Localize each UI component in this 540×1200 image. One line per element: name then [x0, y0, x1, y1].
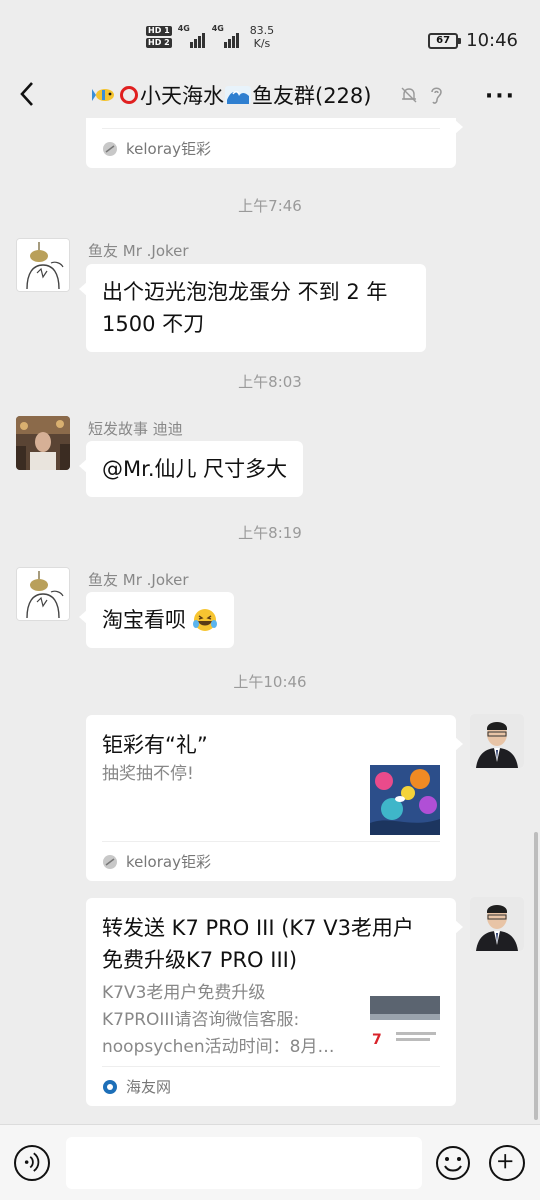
timestamp: 上午7:46 — [238, 197, 302, 215]
card-title: 钜彩有“礼” — [102, 733, 208, 757]
source-logo-icon — [103, 1079, 117, 1094]
signal-icon: 4G — [178, 24, 206, 48]
wave-emoji-icon — [225, 86, 251, 104]
scrollbar[interactable] — [534, 832, 538, 1120]
timestamp: 上午8:19 — [238, 524, 302, 542]
photo-avatar-icon — [470, 714, 524, 768]
sender-name: 短发故事 迪迪 — [88, 420, 183, 438]
avatar[interactable] — [16, 567, 70, 621]
svg-text:7: 7 — [372, 1032, 382, 1048]
earpiece-mode-icon — [431, 87, 442, 104]
voice-icon — [24, 1152, 40, 1172]
avatar[interactable] — [16, 238, 70, 292]
sim1-badge: HD 1 — [146, 26, 172, 36]
red-circle-icon — [120, 86, 138, 104]
voice-input-button[interactable] — [14, 1145, 50, 1181]
photo-avatar-icon — [470, 897, 524, 951]
hd-badges: HD 1 HD 2 — [146, 26, 172, 48]
sender-name: 鱼友 Mr .Joker — [88, 571, 189, 589]
fish-emoji-icon — [92, 89, 114, 101]
laughing-tears-emoji-icon — [193, 609, 217, 631]
message-bubble[interactable]: 淘宝看呗 — [79, 592, 234, 648]
chat-title: 小天海水 鱼友群(228) — [92, 80, 371, 110]
input-bar — [0, 1124, 540, 1200]
my-avatar[interactable] — [470, 897, 524, 951]
message-input[interactable] — [66, 1137, 422, 1189]
avatar[interactable] — [16, 416, 70, 470]
message-line: 淘宝看呗 — [102, 608, 186, 632]
sim2-badge: HD 2 — [146, 38, 172, 48]
plus-icon — [498, 1154, 513, 1169]
card-thumbnail — [370, 765, 440, 835]
reef-image-icon — [370, 765, 440, 835]
chat-title-part1: 小天海水 — [140, 84, 224, 108]
chat-header: 小天海水 鱼友群(228) ··· — [0, 72, 540, 118]
source-logo-icon — [103, 141, 117, 156]
card-source: keloray钜彩 — [102, 841, 440, 881]
speed-value: 83.5 — [249, 24, 275, 37]
card-source: keloray钜彩 — [102, 128, 440, 168]
card-source: 海友网 — [102, 1066, 440, 1106]
card-source-label: 海友网 — [126, 1078, 172, 1096]
back-arrow-icon[interactable] — [16, 80, 40, 108]
network-speed: 83.5 K/s — [250, 24, 275, 50]
timestamp: 上午10:46 — [233, 673, 307, 691]
link-card[interactable]: 转发送 K7 PRO III (K7 V3老用户 免费升级K7 PRO III)… — [86, 898, 463, 1106]
source-logo-icon — [103, 854, 117, 869]
message-bubble[interactable]: @Mr.仙儿 尺寸多大 — [78, 441, 304, 497]
network-indicators: HD 1 HD 2 4G 4G 83.5 K/s — [146, 24, 274, 50]
more-functions-button[interactable] — [489, 1145, 525, 1181]
card-title: 转发送 K7 PRO III (K7 V3老用户 — [102, 916, 414, 940]
cartoon-avatar-icon — [17, 239, 69, 291]
status-right: 67 10:46 — [428, 30, 518, 51]
card-thumbnail: 7 — [370, 986, 440, 1056]
speed-unit: K/s — [253, 37, 271, 50]
my-avatar[interactable] — [470, 714, 524, 768]
photo-avatar-icon — [16, 416, 70, 470]
timestamp: 上午8:03 — [238, 373, 302, 391]
emoji-button-icon[interactable] — [435, 1145, 471, 1181]
battery-icon: 67 — [428, 32, 462, 49]
message-line: 1500 不刀 — [102, 312, 205, 336]
mute-bell-icon — [401, 87, 417, 103]
card-source-label: keloray钜彩 — [126, 853, 211, 871]
product-image-icon: 7 — [370, 986, 440, 1056]
signal-icon-2: 4G — [212, 24, 240, 48]
message-line: @Mr.仙儿 尺寸多大 — [102, 457, 288, 481]
message-line: 出个迈光泡泡龙蛋分 不到 2 年 — [102, 280, 388, 304]
more-options-button[interactable]: ··· — [485, 84, 516, 109]
chat-message-list[interactable]: keloray钜彩 上午7:46 鱼友 Mr .Joker 出个迈光泡泡龙蛋分 … — [0, 118, 540, 1124]
message-bubble[interactable]: 出个迈光泡泡龙蛋分 不到 2 年 1500 不刀 — [79, 264, 426, 352]
clock: 10:46 — [466, 30, 518, 51]
link-card[interactable]: 钜彩有“礼” 抽奖抽不停! keloray钜彩 — [86, 715, 463, 881]
link-card-partial[interactable]: keloray钜彩 — [86, 118, 463, 168]
card-source-label: keloray钜彩 — [126, 140, 211, 158]
card-title: 免费升级K7 PRO III) — [102, 948, 298, 972]
sender-name: 鱼友 Mr .Joker — [88, 242, 189, 260]
status-bar: HD 1 HD 2 4G 4G 83.5 K/s 67 10:46 — [0, 0, 540, 72]
chat-title-part2: 鱼友群(228) — [252, 84, 372, 108]
cartoon-avatar-icon — [17, 568, 69, 620]
